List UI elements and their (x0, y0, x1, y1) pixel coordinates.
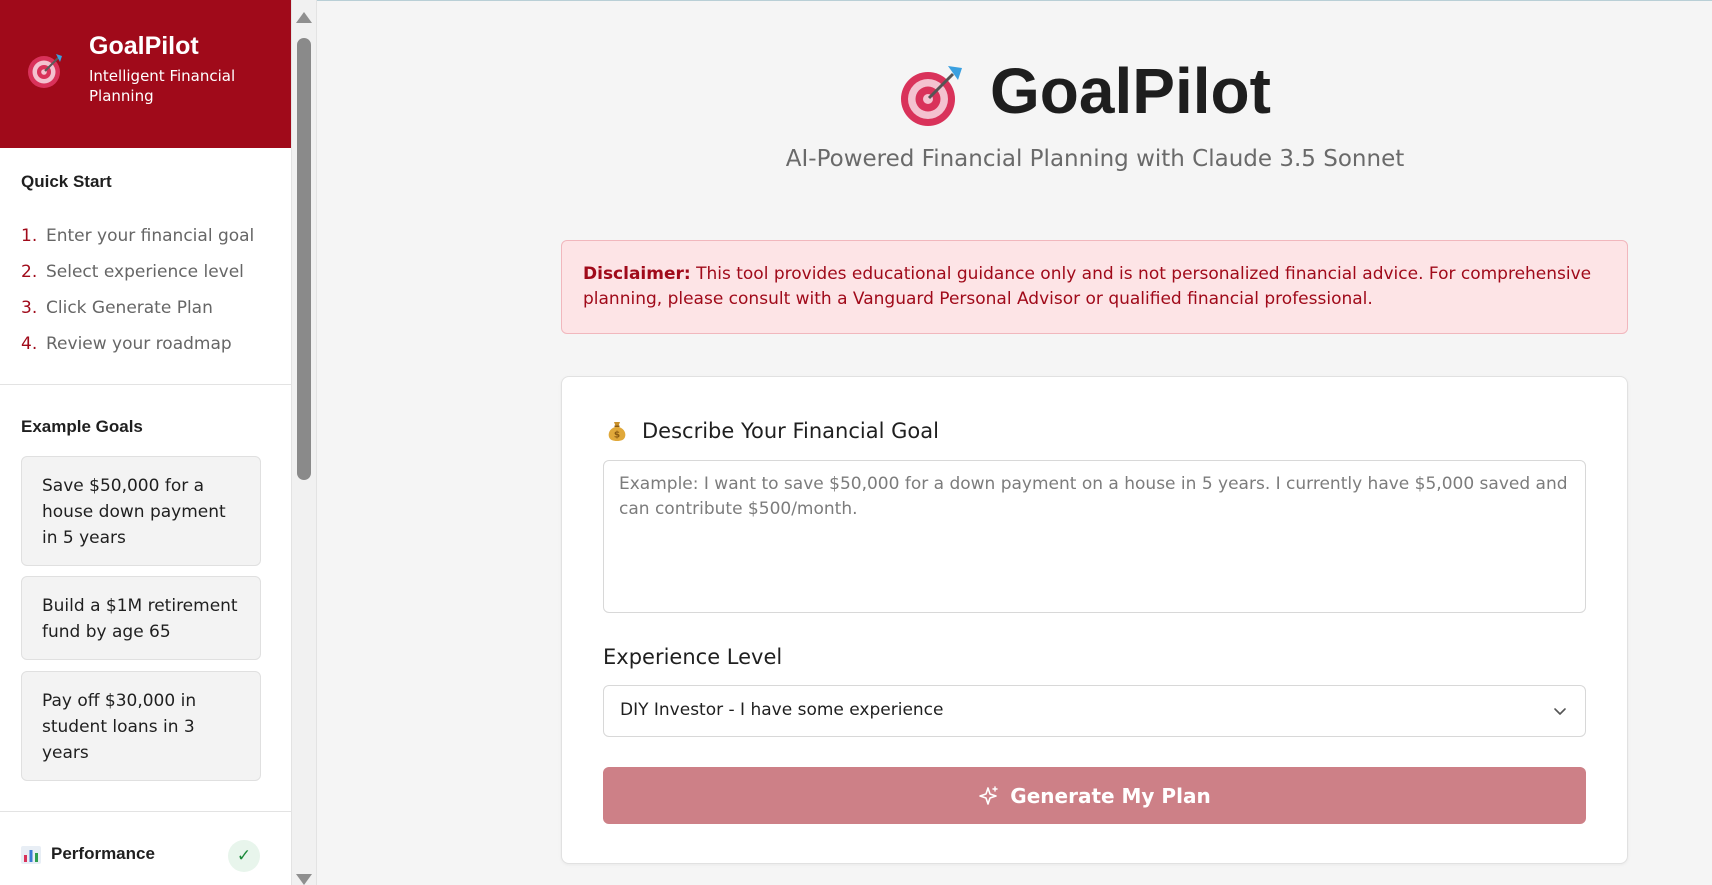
example-goal-card-loans[interactable]: Pay off $30,000 in student loans in 3 ye… (21, 671, 261, 781)
disclaimer-text: This tool provides educational guidance … (583, 264, 1592, 309)
experience-level-select[interactable]: DIY Investor - I have some experience (603, 685, 1586, 737)
sidebar-divider (0, 384, 291, 385)
svg-text:$: $ (614, 431, 620, 441)
bar-chart-icon (21, 846, 41, 864)
sidebar: GoalPilot Intelligent Financial Planning… (0, 0, 292, 885)
quick-start-step: 2. Select experience level (21, 254, 271, 290)
experience-level-value: DIY Investor - I have some experience (620, 700, 944, 720)
step-label: Review your roadmap (46, 334, 232, 354)
quick-start-step: 1. Enter your financial goal (21, 218, 271, 254)
experience-level-label: Experience Level (603, 645, 783, 669)
page-subtitle: AI-Powered Financial Planning with Claud… (785, 146, 1405, 172)
goal-field-label: $ Describe Your Financial Goal (606, 419, 939, 443)
quick-start-step: 3. Click Generate Plan (21, 290, 271, 326)
step-label: Click Generate Plan (46, 298, 213, 318)
page-title: GoalPilot (990, 55, 1271, 127)
step-number: 3. (21, 298, 38, 318)
target-dart-icon (28, 54, 62, 88)
step-number: 1. (21, 226, 38, 246)
sidebar-brand-tagline: Intelligent Financial Planning (89, 67, 236, 105)
generate-plan-button[interactable]: Generate My Plan (603, 767, 1586, 824)
money-bag-icon: $ (608, 422, 626, 441)
quick-start-title: Quick Start (21, 172, 112, 191)
goal-textarea[interactable] (603, 460, 1586, 613)
sidebar-divider (0, 811, 291, 812)
disclaimer-banner: Disclaimer: This tool provides education… (561, 240, 1628, 334)
goal-form-card: $ Describe Your Financial Goal Experienc… (561, 376, 1628, 864)
step-number: 2. (21, 262, 38, 282)
chevron-down-icon (1554, 708, 1566, 715)
quick-start-step: 4. Review your roadmap (21, 326, 271, 362)
performance-label: Performance (51, 844, 155, 863)
generate-plan-label: Generate My Plan (1010, 783, 1211, 808)
target-dart-icon (901, 66, 962, 126)
sidebar-brand-header: GoalPilot Intelligent Financial Planning (0, 0, 291, 148)
example-goals-title: Example Goals (21, 417, 143, 436)
step-label: Select experience level (46, 262, 244, 282)
sidebar-brand-name: GoalPilot (89, 32, 199, 60)
goal-field-label-text: Describe Your Financial Goal (642, 419, 939, 443)
step-label: Enter your financial goal (46, 226, 255, 246)
scroll-up-arrow-icon[interactable] (296, 12, 312, 23)
sparkle-icon (979, 785, 998, 805)
performance-section[interactable]: Performance ✓ (21, 840, 261, 872)
example-goal-card-house[interactable]: Save $50,000 for a house down payment in… (21, 456, 261, 566)
step-number: 4. (21, 334, 38, 354)
quick-start-steps: 1. Enter your financial goal 2. Select exp… (21, 218, 271, 362)
scrollbar-thumb[interactable] (297, 38, 311, 480)
sidebar-scrollbar[interactable] (292, 0, 317, 885)
scroll-down-arrow-icon[interactable] (296, 874, 312, 885)
disclaimer-label: Disclaimer: (583, 264, 691, 284)
checkmark-icon: ✓ (228, 840, 260, 872)
example-goal-card-retirement[interactable]: Build a $1M retirement fund by age 65 (21, 576, 261, 660)
